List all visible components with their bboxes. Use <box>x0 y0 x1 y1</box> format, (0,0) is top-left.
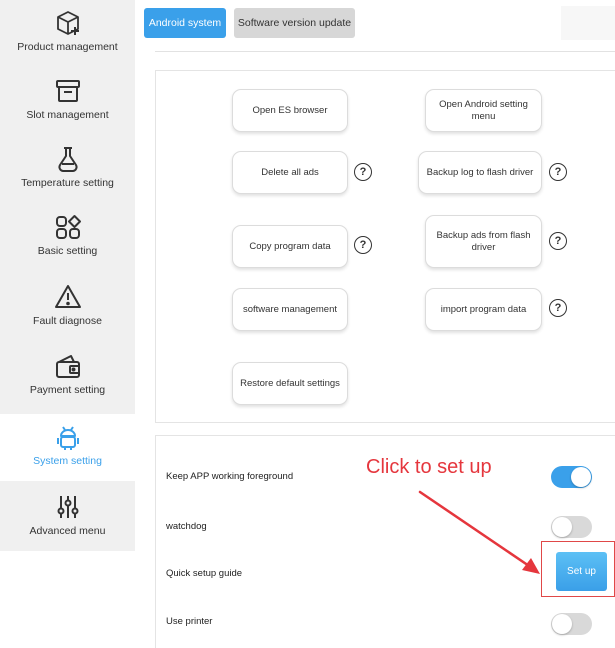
restore-default-settings-button[interactable]: Restore default settings <box>232 362 348 405</box>
watchdog-toggle[interactable] <box>551 516 592 538</box>
archive-box-icon <box>53 76 83 106</box>
import-program-data-button[interactable]: import program data <box>425 288 542 331</box>
watchdog-label: watchdog <box>166 521 207 532</box>
annotation-text: Click to set up <box>366 456 492 478</box>
sidebar-item-basic-setting[interactable]: Basic setting <box>0 204 135 271</box>
open-android-setting-menu-button[interactable]: Open Android setting menu <box>425 89 542 132</box>
divider <box>155 51 615 52</box>
box-plus-icon <box>53 8 83 38</box>
warning-triangle-icon <box>53 282 83 312</box>
backup-log-button[interactable]: Backup log to flash driver <box>418 151 542 194</box>
quick-setup-guide-label: Quick setup guide <box>166 568 243 579</box>
sidebar-item-label: Advanced menu <box>29 525 106 537</box>
help-icon[interactable]: ? <box>549 232 567 250</box>
toggle-knob <box>552 614 572 634</box>
toggle-knob <box>552 517 572 537</box>
help-icon[interactable]: ? <box>354 236 372 254</box>
sliders-icon <box>53 492 83 522</box>
delete-all-ads-button[interactable]: Delete all ads <box>232 151 348 194</box>
use-printer-label: Use printer <box>166 616 213 627</box>
sidebar-item-payment-setting[interactable]: Payment setting <box>0 343 135 410</box>
keep-app-foreground-toggle[interactable] <box>551 466 592 488</box>
flask-icon <box>53 144 83 174</box>
sidebar-item-label: System setting <box>33 455 102 467</box>
sidebar: Product management Slot management Tempe… <box>0 0 135 551</box>
app-root: Product management Slot management Tempe… <box>0 0 615 648</box>
wallet-icon <box>53 351 83 381</box>
help-icon[interactable]: ? <box>549 299 567 317</box>
sidebar-item-fault-diagnose[interactable]: Fault diagnose <box>0 274 135 341</box>
sidebar-item-temperature-setting[interactable]: Temperature setting <box>0 136 135 203</box>
header-placeholder <box>561 6 615 40</box>
toggle-knob <box>571 467 591 487</box>
sidebar-item-label: Temperature setting <box>21 177 114 189</box>
help-icon[interactable]: ? <box>549 163 567 181</box>
android-actions-panel <box>155 70 615 423</box>
tab-android-system[interactable]: Android system <box>144 8 226 38</box>
copy-program-data-button[interactable]: Copy program data <box>232 225 348 268</box>
sidebar-item-advanced-menu[interactable]: Advanced menu <box>0 484 135 551</box>
sidebar-item-system-setting[interactable]: System setting <box>0 414 135 481</box>
sidebar-item-product-management[interactable]: Product management <box>0 0 135 67</box>
android-robot-icon <box>53 422 83 452</box>
sidebar-item-slot-management[interactable]: Slot management <box>0 68 135 135</box>
sidebar-item-label: Product management <box>17 41 118 53</box>
tab-software-version-update[interactable]: Software version update <box>234 8 355 38</box>
use-printer-toggle[interactable] <box>551 613 592 635</box>
backup-ads-button[interactable]: Backup ads from flash driver <box>425 215 542 268</box>
sidebar-item-label: Fault diagnose <box>33 315 102 327</box>
software-management-button[interactable]: software management <box>232 288 348 331</box>
open-es-browser-button[interactable]: Open ES browser <box>232 89 348 132</box>
sidebar-item-label: Slot management <box>26 109 109 121</box>
sidebar-item-label: Payment setting <box>29 384 106 396</box>
set-up-button[interactable]: Set up <box>556 552 607 591</box>
shapes-grid-icon <box>53 212 83 242</box>
help-icon[interactable]: ? <box>354 163 372 181</box>
keep-app-foreground-label: Keep APP working foreground <box>166 471 294 482</box>
sidebar-item-label: Basic setting <box>37 245 98 257</box>
